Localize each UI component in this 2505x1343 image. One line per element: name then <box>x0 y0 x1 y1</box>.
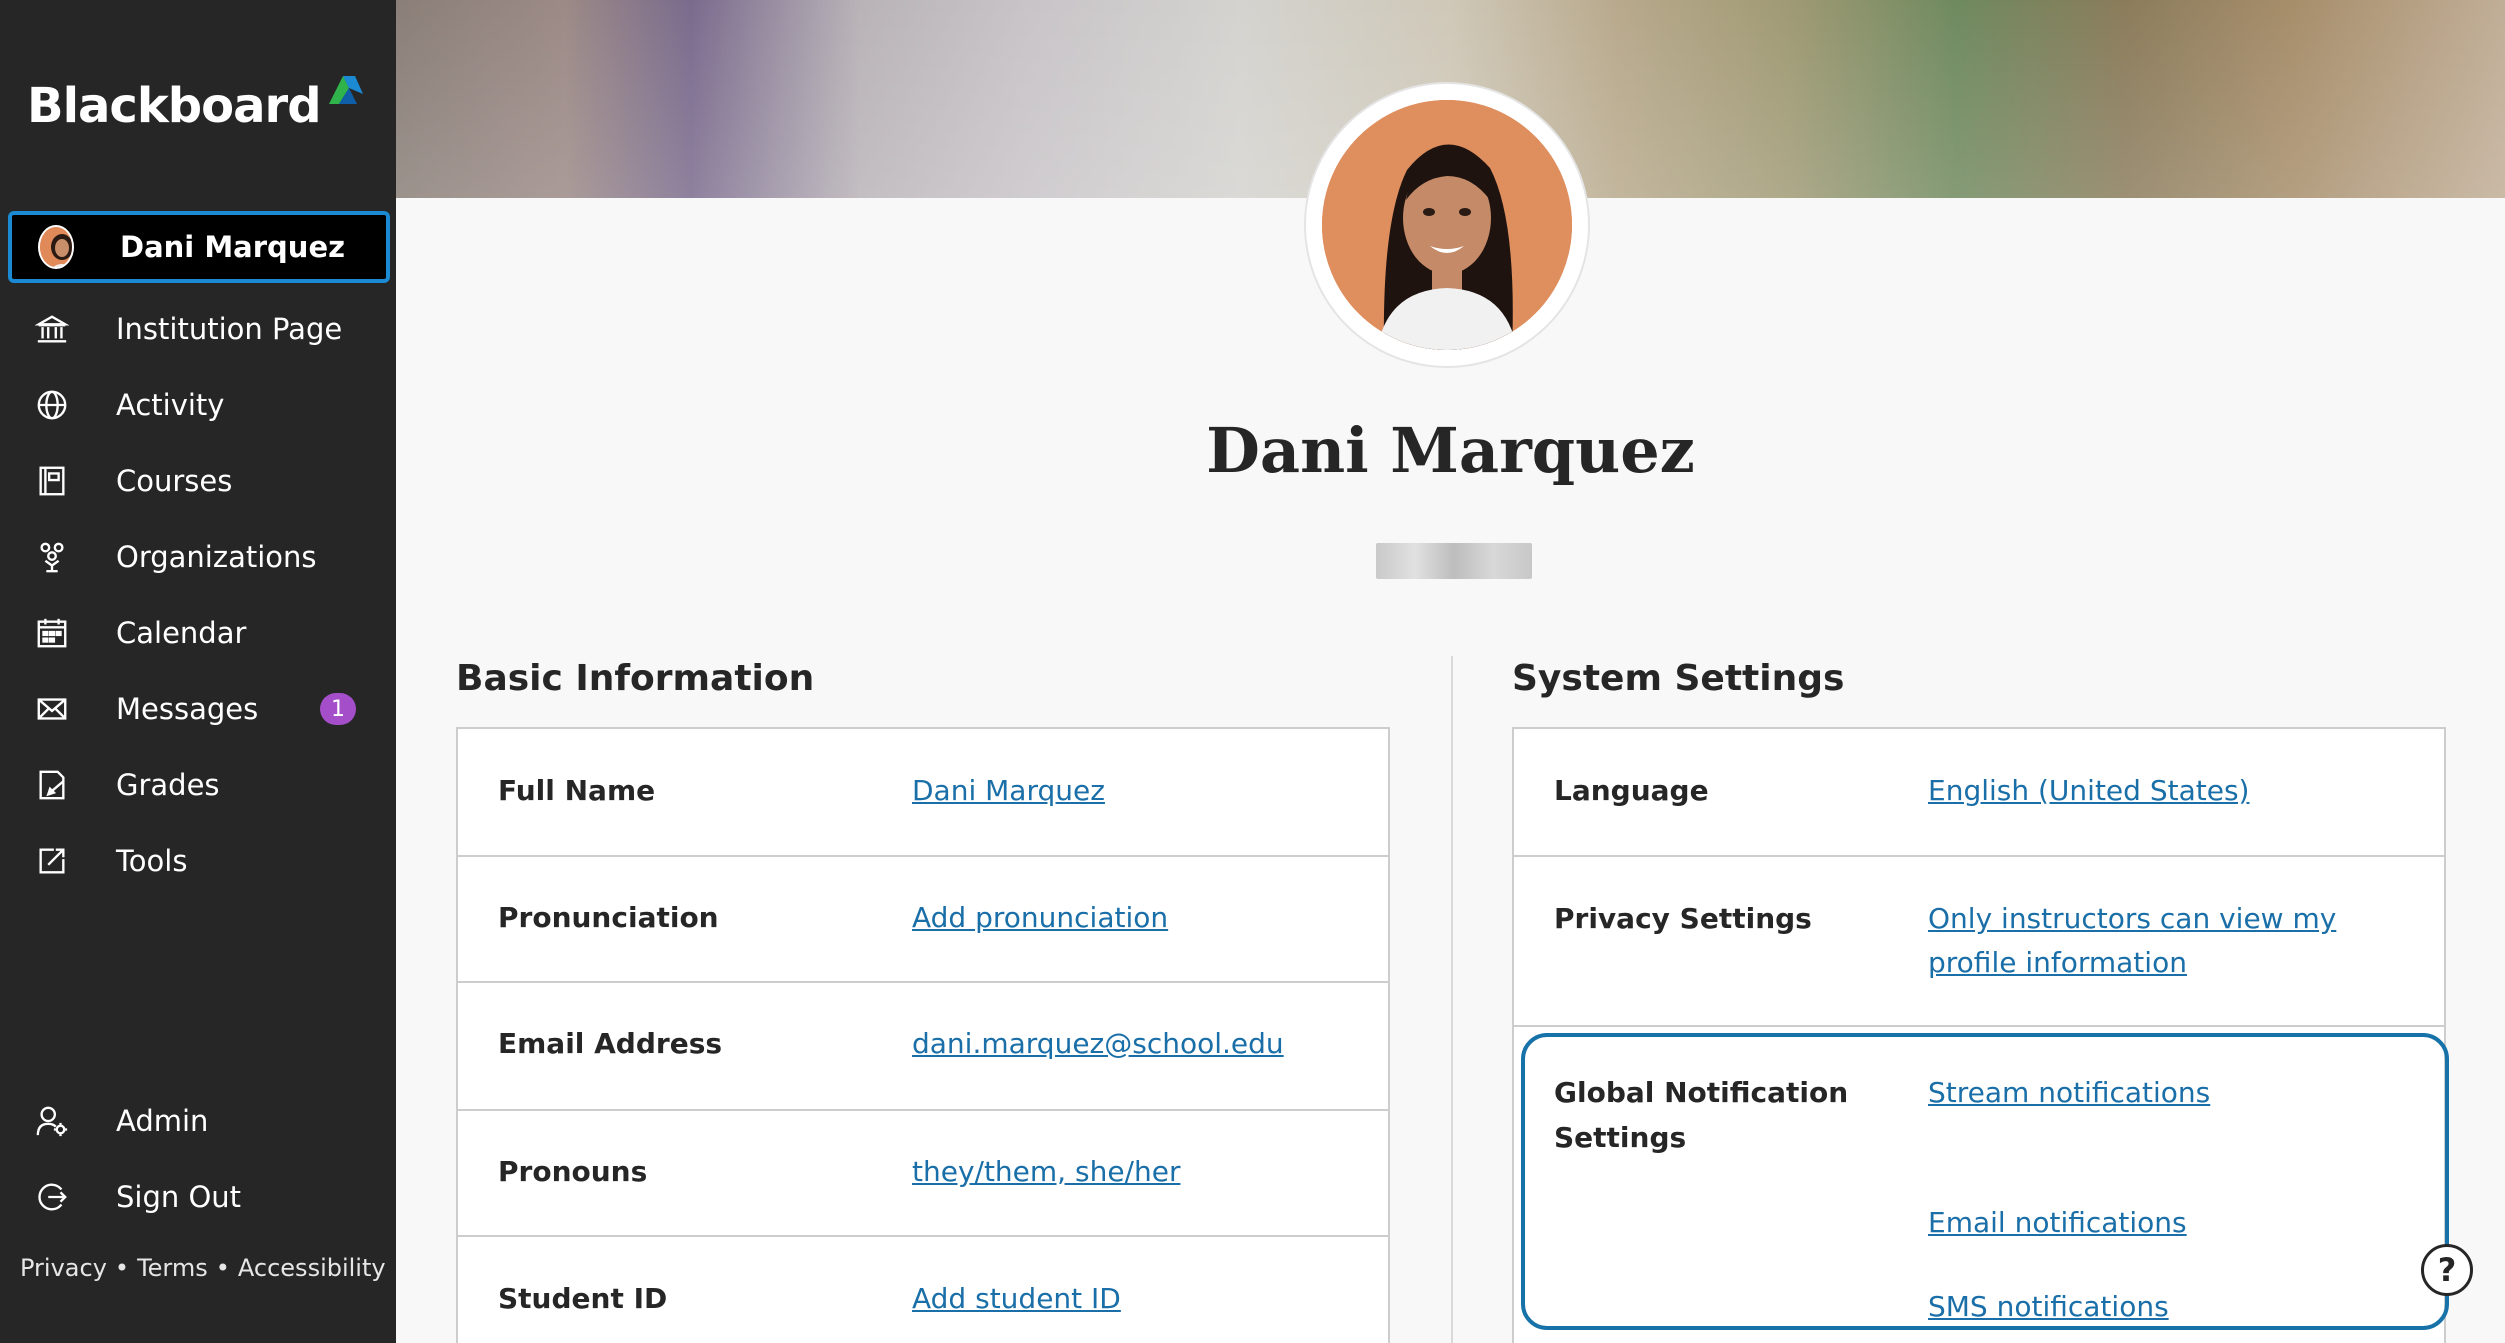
system-settings-heading: System Settings <box>1512 658 1845 699</box>
redacted-username <box>1376 543 1532 579</box>
info-key: Email Address <box>498 1027 723 1060</box>
sidebar-item-label: Calendar <box>116 616 247 650</box>
sign-out-icon <box>34 1179 70 1215</box>
sidebar-item-sign-out[interactable]: Sign Out <box>8 1161 390 1233</box>
courses-icon <box>34 463 70 499</box>
info-row-pronunciation: Pronunciation Add pronunciation <box>458 857 1388 983</box>
sidebar: Blackboard Dani Marquez Institution Page… <box>0 0 396 1343</box>
privacy-setting-link-line1[interactable]: Only instructors can view my <box>1928 897 2336 941</box>
settings-row-privacy: Privacy Settings Only instructors can vi… <box>1514 857 2444 1027</box>
info-row-student-id: Student ID Add student ID <box>458 1237 1388 1343</box>
settings-row-language: Language English (United States) <box>1514 729 2444 857</box>
footer-separator: • <box>215 1254 230 1282</box>
profile-page: Dani Marquez Basic Information System Se… <box>396 0 2505 1343</box>
info-row-pronouns: Pronouns they/them, she/her <box>458 1111 1388 1237</box>
sidebar-item-profile[interactable]: Dani Marquez <box>8 211 390 283</box>
pronouns-link[interactable]: they/them, she/her <box>912 1150 1180 1194</box>
column-divider <box>1451 656 1453 1343</box>
settings-row-global-notifications: Global Notification Settings Stream noti… <box>1514 1027 2444 1343</box>
basic-information-heading: Basic Information <box>456 658 815 699</box>
sidebar-item-label: Organizations <box>116 540 317 574</box>
email-address-link[interactable]: dani.marquez@school.edu <box>912 1022 1284 1066</box>
help-icon[interactable]: ? <box>2421 1244 2473 1296</box>
footer-separator: • <box>114 1254 130 1282</box>
info-row-full-name: Full Name Dani Marquez <box>458 729 1388 857</box>
stream-notifications-link[interactable]: Stream notifications <box>1928 1071 2210 1115</box>
institution-icon <box>34 311 70 347</box>
profile-name-heading: Dani Marquez <box>1206 414 1695 487</box>
accessibility-link[interactable]: Accessibility <box>238 1254 386 1282</box>
messages-count-badge: 1 <box>320 693 356 725</box>
terms-link[interactable]: Terms <box>137 1254 208 1282</box>
logo-mark-icon <box>328 76 363 104</box>
sidebar-item-admin[interactable]: Admin <box>8 1085 390 1157</box>
settings-key-line2: Settings <box>1554 1121 1687 1154</box>
settings-key: Language <box>1554 774 1709 807</box>
sidebar-item-grades[interactable]: Grades <box>8 749 390 821</box>
sidebar-item-calendar[interactable]: Calendar <box>8 597 390 669</box>
sidebar-item-label: Tools <box>116 844 188 878</box>
sms-notifications-link[interactable]: SMS notifications <box>1928 1285 2169 1329</box>
blackboard-logo[interactable]: Blackboard <box>27 70 365 134</box>
add-pronunciation-link[interactable]: Add pronunciation <box>912 896 1168 940</box>
logo-text: Blackboard <box>27 78 322 134</box>
sidebar-item-label: Grades <box>116 768 220 802</box>
sidebar-item-label: Admin <box>116 1104 209 1138</box>
basic-information-panel: Full Name Dani Marquez Pronunciation Add… <box>456 727 1390 1343</box>
grades-icon <box>34 767 70 803</box>
system-settings-panel: Language English (United States) Privacy… <box>1512 727 2446 1343</box>
tools-icon <box>34 843 70 879</box>
sidebar-item-messages[interactable]: Messages 1 <box>8 673 390 745</box>
envelope-icon <box>34 691 70 727</box>
sidebar-item-activity[interactable]: Activity <box>8 369 390 441</box>
info-key: Full Name <box>498 774 656 807</box>
globe-icon <box>34 387 70 423</box>
sidebar-item-organizations[interactable]: Organizations <box>8 521 390 593</box>
info-key: Student ID <box>498 1282 668 1315</box>
info-row-email: Email Address dani.marquez@school.edu <box>458 983 1388 1111</box>
sidebar-item-label: Dani Marquez <box>120 230 346 264</box>
profile-photo[interactable] <box>1322 100 1572 350</box>
settings-key-line1: Global Notification <box>1554 1076 1849 1109</box>
sidebar-item-label: Sign Out <box>116 1180 242 1214</box>
settings-key: Privacy Settings <box>1554 902 1812 935</box>
sidebar-item-label: Courses <box>116 464 233 498</box>
sidebar-item-courses[interactable]: Courses <box>8 445 390 517</box>
sidebar-item-institution-page[interactable]: Institution Page <box>8 293 390 365</box>
sidebar-item-label: Activity <box>116 388 225 422</box>
sidebar-footer-links: Privacy • Terms • Accessibility <box>20 1254 386 1282</box>
calendar-icon <box>34 615 70 651</box>
sidebar-item-label: Institution Page <box>116 312 343 346</box>
user-avatar <box>38 225 74 269</box>
organizations-icon <box>34 539 70 575</box>
email-notifications-link[interactable]: Email notifications <box>1928 1201 2187 1245</box>
sidebar-item-label: Messages <box>116 692 259 726</box>
admin-icon <box>34 1103 70 1139</box>
privacy-link[interactable]: Privacy <box>20 1254 107 1282</box>
language-link[interactable]: English (United States) <box>1928 769 2249 813</box>
full-name-link[interactable]: Dani Marquez <box>912 769 1105 813</box>
info-key: Pronouns <box>498 1155 648 1188</box>
add-student-id-link[interactable]: Add student ID <box>912 1277 1121 1321</box>
sidebar-item-tools[interactable]: Tools <box>8 825 390 897</box>
privacy-setting-link-line2[interactable]: profile information <box>1928 941 2187 985</box>
info-key: Pronunciation <box>498 901 719 934</box>
